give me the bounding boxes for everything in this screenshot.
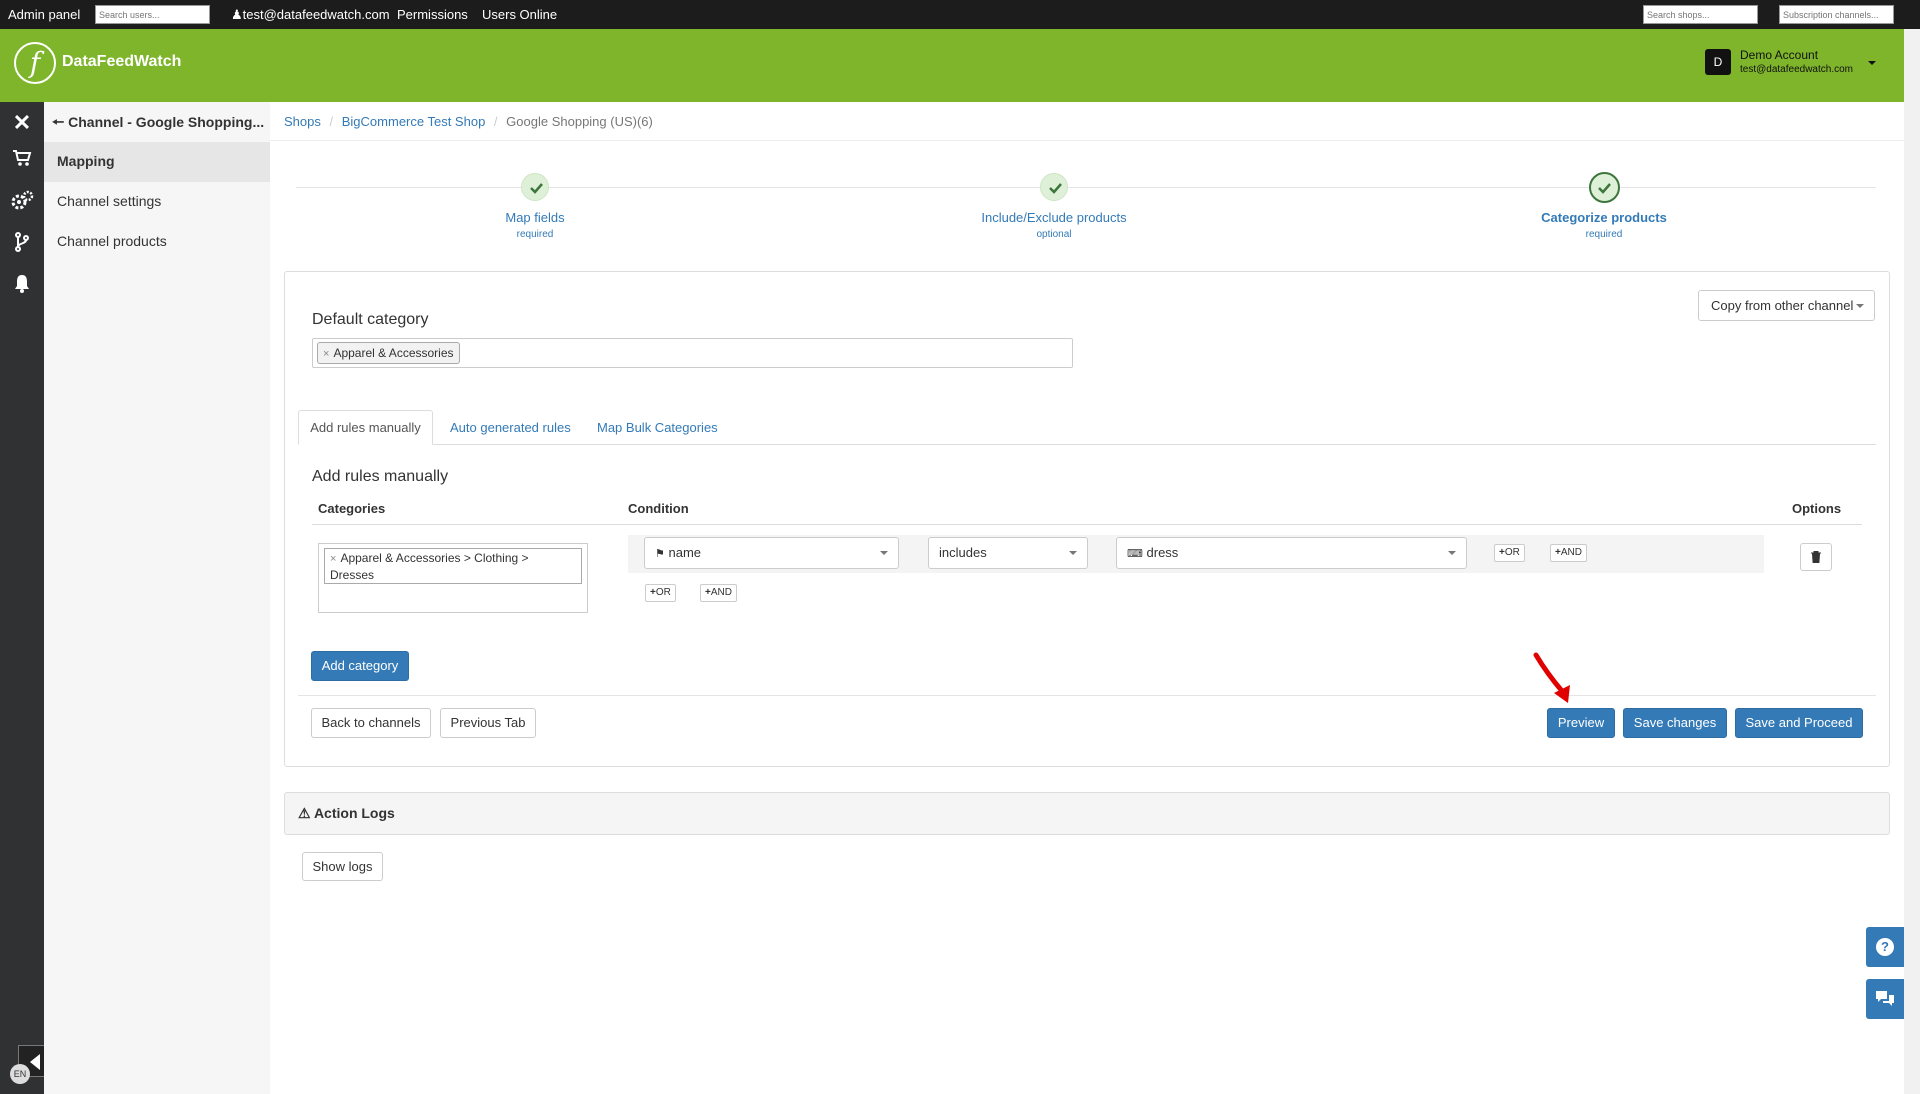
default-category-tag: × Apparel & Accessories	[317, 342, 460, 364]
default-category-label: Default category	[312, 311, 429, 328]
add-and-inline-button[interactable]: +AND	[1550, 544, 1587, 562]
value-select[interactable]: ⌨ dress	[1116, 537, 1467, 569]
account-dropdown-caret-icon[interactable]	[1868, 61, 1876, 65]
cart-icon[interactable]	[0, 149, 44, 172]
sidebar-item-mapping[interactable]: Mapping	[44, 142, 270, 182]
breadcrumb-shops[interactable]: Shops	[284, 114, 321, 129]
category-tag: × Apparel & Accessories > Clothing > Dress…	[324, 548, 582, 584]
preview-button[interactable]: Preview	[1547, 708, 1615, 738]
account-email: test@datafeedwatch.com	[1740, 64, 1853, 75]
default-category-select[interactable]: × Apparel & Accessories	[312, 338, 1073, 368]
admin-bar: Admin panel ♟test@datafeedwatch.com Perm…	[0, 0, 1920, 29]
brand-name: DataFeedWatch	[62, 53, 182, 70]
save-changes-button[interactable]: Save changes	[1623, 708, 1727, 738]
red-arrow-annotation	[1533, 652, 1570, 703]
subscription-channels-input[interactable]	[1779, 5, 1894, 24]
logo-icon[interactable]: f	[14, 42, 56, 84]
warning-icon: ⚠	[298, 805, 311, 821]
sidebar-item-channel-products[interactable]: Channel products	[44, 222, 270, 262]
copy-from-channel-dropdown[interactable]: Copy from other channel	[1698, 290, 1875, 321]
close-icon[interactable]: ✕	[0, 110, 44, 136]
tabs-divider	[298, 444, 1876, 445]
user-email-link[interactable]: ♟test@datafeedwatch.com	[231, 7, 390, 23]
back-to-channels-button[interactable]: Back to channels	[311, 708, 431, 738]
permissions-link[interactable]: Permissions	[397, 7, 468, 22]
add-or-inline-button[interactable]: +OR	[1494, 544, 1525, 562]
check-icon	[1589, 172, 1620, 203]
col-options: Options	[1792, 501, 1842, 516]
action-logs-header: ⚠ Action Logs	[284, 792, 1890, 835]
branch-icon[interactable]	[0, 232, 44, 255]
channel-back-link[interactable]: 🠔 Channel - Google Shopping...	[52, 112, 264, 136]
account-name[interactable]: Demo Account	[1740, 48, 1818, 62]
breadcrumb-shop[interactable]: BigCommerce Test Shop	[342, 114, 486, 129]
show-logs-button[interactable]: Show logs	[302, 852, 383, 881]
page-scrollbar[interactable]	[1904, 29, 1920, 1094]
chat-button[interactable]	[1866, 979, 1904, 1019]
check-icon	[1040, 173, 1068, 201]
check-icon	[521, 173, 549, 201]
tab-map-bulk-categories[interactable]: Map Bulk Categories	[597, 420, 718, 435]
delete-rule-button[interactable]	[1800, 543, 1832, 571]
remove-tag-icon[interactable]: ×	[323, 348, 333, 360]
chat-icon	[1876, 991, 1894, 1006]
app-header: f DataFeedWatch D Demo Account test@data…	[0, 29, 1904, 102]
rules-header-divider	[312, 524, 1862, 525]
add-and-button[interactable]: +AND	[700, 584, 737, 602]
icon-sidebar: ✕ EN	[0, 102, 50, 1094]
add-category-button[interactable]: Add category	[311, 651, 409, 681]
save-and-proceed-button[interactable]: Save and Proceed	[1735, 708, 1863, 738]
previous-tab-button[interactable]: Previous Tab	[440, 708, 536, 738]
footer-divider	[298, 695, 1876, 696]
sidebar-item-channel-settings[interactable]: Channel settings	[44, 182, 270, 222]
rules-heading: Add rules manually	[312, 468, 449, 485]
category-select[interactable]: × Apparel & Accessories > Clothing > Dress…	[318, 543, 588, 613]
users-online-link[interactable]: Users Online	[482, 7, 557, 22]
operator-select[interactable]: includes	[928, 537, 1088, 569]
keyboard-icon: ⌨	[1127, 548, 1143, 560]
language-badge[interactable]: EN	[10, 1064, 30, 1084]
tab-add-rules-manually[interactable]: Add rules manually	[298, 410, 433, 445]
chevron-down-icon	[1448, 551, 1456, 555]
chevron-down-icon	[1069, 551, 1077, 555]
add-or-button[interactable]: +OR	[645, 584, 676, 602]
question-icon: ?	[1876, 938, 1894, 956]
trash-icon	[1811, 551, 1821, 563]
col-condition: Condition	[628, 501, 689, 516]
remove-tag-icon[interactable]: ×	[330, 553, 340, 565]
search-users-input[interactable]	[95, 5, 210, 24]
tag-icon: ⚑	[655, 548, 665, 560]
avatar[interactable]: D	[1705, 49, 1731, 75]
breadcrumb-current: Google Shopping (US)(6)	[506, 114, 653, 129]
help-button[interactable]: ?	[1866, 927, 1904, 967]
chevron-down-icon	[1856, 304, 1864, 308]
gears-icon[interactable]	[0, 190, 44, 215]
tab-auto-generated-rules[interactable]: Auto generated rules	[450, 420, 571, 435]
col-categories: Categories	[318, 501, 386, 516]
admin-panel-link[interactable]: Admin panel	[8, 7, 80, 22]
user-icon: ♟	[231, 7, 243, 22]
arrow-left-icon: 🠔	[52, 114, 65, 130]
divider	[270, 140, 1904, 141]
search-shops-input[interactable]	[1643, 5, 1758, 24]
breadcrumb: Shops / BigCommerce Test Shop / Google S…	[284, 114, 653, 129]
field-select[interactable]: ⚑ name	[644, 537, 899, 569]
bell-icon[interactable]	[0, 273, 44, 296]
channel-sidebar: 🠔 Channel - Google Shopping... Mapping C…	[44, 102, 270, 1094]
chevron-down-icon	[880, 551, 888, 555]
